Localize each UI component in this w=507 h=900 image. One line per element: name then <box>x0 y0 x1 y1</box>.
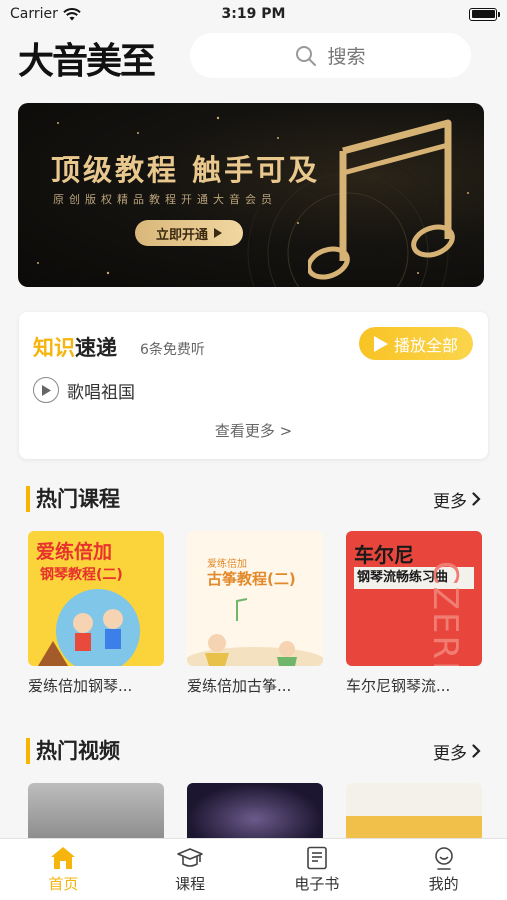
tab-profile-label: 我的 <box>428 875 459 893</box>
knowledge-title-rest: 速递 <box>75 336 117 360</box>
chevron-right-icon <box>472 744 481 758</box>
video-thumbnail[interactable] <box>28 783 164 843</box>
wifi-icon <box>63 7 81 20</box>
track-item[interactable]: 歌唱祖国 <box>33 377 135 403</box>
hot-courses-header: 热门课程 更多 <box>26 484 481 514</box>
search-placeholder: 搜索 <box>327 46 366 68</box>
banner-title: 顶级教程 触手可及 <box>51 153 321 187</box>
knowledge-title-highlight: 知识 <box>33 336 75 360</box>
carrier-label: Carrier <box>10 6 58 22</box>
see-more-link[interactable]: 查看更多 > <box>19 420 488 441</box>
open-membership-label: 立即开通 <box>155 227 208 243</box>
hot-videos-title: 热门视频 <box>26 738 120 764</box>
play-all-label: 播放全部 <box>393 335 458 355</box>
home-icon <box>51 847 76 869</box>
app-logo: 大音美至 <box>18 41 156 82</box>
video-thumbnail[interactable] <box>346 783 482 843</box>
more-label: 更多 <box>433 743 467 764</box>
search-input[interactable]: 搜索 <box>190 33 471 78</box>
tab-courses[interactable]: 课程 <box>127 839 254 900</box>
video-thumbnail[interactable] <box>187 783 323 843</box>
free-count-label: 6条免费听 <box>140 342 205 358</box>
chevron-right-icon <box>472 492 481 506</box>
battery-icon <box>469 7 500 21</box>
tab-ebooks[interactable]: 电子书 <box>254 839 381 900</box>
course-cover: 爱练倍加 古筝教程(二) <box>187 531 323 666</box>
knowledge-title: 知识速递 <box>33 332 117 362</box>
tab-courses-label: 课程 <box>175 875 206 893</box>
graduation-cap-icon <box>177 848 203 867</box>
header: 大音美至 搜索 <box>0 30 507 82</box>
open-membership-button[interactable]: 立即开通 <box>135 220 243 246</box>
tab-home-label: 首页 <box>48 875 79 893</box>
course-title: 车尔尼钢琴流... <box>346 677 451 695</box>
more-label: 更多 <box>433 491 467 512</box>
track-title: 歌唱祖国 <box>67 382 135 403</box>
hot-videos-more-link[interactable]: 更多 <box>433 739 481 764</box>
search-icon <box>296 45 317 66</box>
svg-text:CZERNY: CZERNY <box>425 561 465 666</box>
hot-courses-more-link[interactable]: 更多 <box>433 487 481 512</box>
user-icon <box>434 847 453 870</box>
cover-illustration <box>38 589 140 666</box>
hot-videos-header: 热门视频 更多 <box>26 736 481 766</box>
cover-illustration <box>187 598 323 666</box>
play-all-button[interactable]: 播放全部 <box>359 327 473 360</box>
knowledge-express-card: 知识速递 6条免费听 播放全部 歌唱祖国 查看更多 > <box>19 312 488 459</box>
banner-subtitle: 原创版权精品教程开通大音会员 <box>53 193 277 206</box>
music-note-icon <box>308 119 455 280</box>
bottom-tab-bar: 首页 课程 电子书 我的 <box>0 838 507 900</box>
course-cover: 爱练倍加 钢琴教程(二) <box>28 531 164 666</box>
course-card[interactable]: 爱练倍加 钢琴教程(二) 爱练倍加钢琴... <box>28 531 164 696</box>
play-circle-icon[interactable] <box>33 377 59 403</box>
course-title: 爱练倍加古筝... <box>187 677 292 695</box>
play-triangle-icon <box>214 228 222 238</box>
book-icon <box>307 846 327 870</box>
tab-home[interactable]: 首页 <box>0 839 127 900</box>
cover-decoration: CZERNY <box>425 561 465 666</box>
hot-courses-list: 爱练倍加 钢琴教程(二) 爱练倍加钢琴... 爱练倍加 古筝教程(二) 爱练倍加… <box>28 531 483 696</box>
course-card[interactable]: 爱练倍加 古筝教程(二) 爱练倍加古筝... <box>187 531 323 696</box>
play-icon <box>373 335 388 352</box>
course-cover: 车尔尼 钢琴流畅练习曲 CZERNY <box>346 531 482 666</box>
hot-courses-title: 热门课程 <box>26 486 120 512</box>
course-card[interactable]: 车尔尼 钢琴流畅练习曲 CZERNY 车尔尼钢琴流... <box>346 531 482 696</box>
course-title: 爱练倍加钢琴... <box>28 677 133 695</box>
status-left: Carrier <box>10 6 81 22</box>
tab-ebooks-label: 电子书 <box>294 875 340 893</box>
hot-videos-list <box>28 783 483 843</box>
status-bar: Carrier 3:19 PM <box>0 0 507 28</box>
tab-profile[interactable]: 我的 <box>380 839 507 900</box>
promo-banner[interactable]: 顶级教程 触手可及 原创版权精品教程开通大音会员 立即开通 <box>18 103 484 287</box>
